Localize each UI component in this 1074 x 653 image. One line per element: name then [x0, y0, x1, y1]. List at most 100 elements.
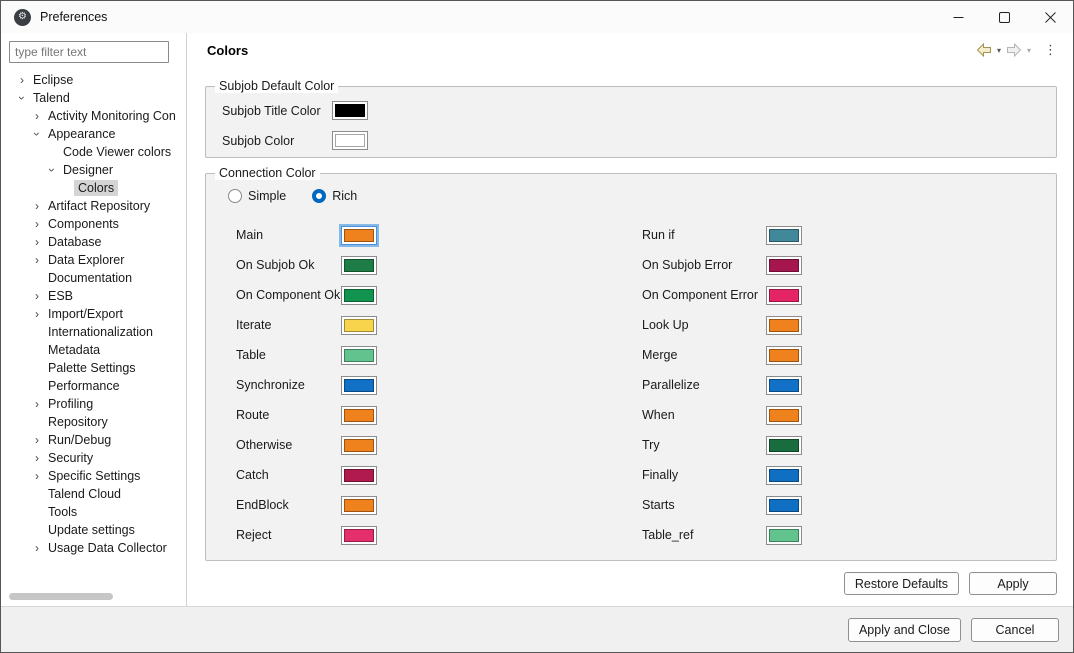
color-swatch-endblock[interactable] — [341, 495, 377, 515]
tree-item-talend-cloud[interactable]: Talend Cloud — [1, 485, 186, 503]
chevron-expanded-icon[interactable]: › — [15, 91, 29, 105]
chevron-collapsed-icon[interactable]: › — [30, 290, 44, 302]
color-swatch-on-subjob-error[interactable] — [766, 255, 802, 275]
back-arrow-icon — [976, 43, 991, 57]
color-swatch-look-up[interactable] — [766, 315, 802, 335]
color-swatch-try[interactable] — [766, 435, 802, 455]
chevron-collapsed-icon[interactable]: › — [30, 254, 44, 266]
tree-item-label: Performance — [48, 379, 120, 393]
apply-and-close-button[interactable]: Apply and Close — [847, 617, 961, 642]
tree-item-security[interactable]: › Security — [1, 449, 186, 467]
color-swatch-iterate[interactable] — [341, 315, 377, 335]
color-swatch-run-if[interactable] — [766, 225, 802, 245]
color-setting-label: Run if — [642, 228, 675, 242]
color-setting-label: On Subjob Error — [642, 258, 733, 272]
color-setting-row-endblock: EndBlock — [236, 490, 642, 520]
chevron-collapsed-icon[interactable]: › — [30, 398, 44, 410]
tree-item-label: Palette Settings — [48, 361, 136, 375]
chevron-collapsed-icon[interactable]: › — [30, 434, 44, 446]
tree-item-usage-data-collector[interactable]: › Usage Data Collector — [1, 539, 186, 557]
color-setting-label: Starts — [642, 498, 675, 512]
filter-input[interactable] — [9, 41, 169, 63]
tree-item-talend[interactable]: › Talend — [1, 89, 186, 107]
color-swatch-table[interactable] — [341, 345, 377, 365]
tree-item-appearance[interactable]: › Appearance — [1, 125, 186, 143]
tree-item-designer[interactable]: › Designer — [1, 161, 186, 179]
tree-item-activity-monitoring-con[interactable]: › Activity Monitoring Con — [1, 107, 186, 125]
chevron-collapsed-icon[interactable]: › — [30, 236, 44, 248]
tree-item-database[interactable]: › Database — [1, 233, 186, 251]
close-button[interactable] — [1027, 1, 1073, 33]
tree-item-data-explorer[interactable]: › Data Explorer — [1, 251, 186, 269]
chevron-collapsed-icon[interactable]: › — [30, 308, 44, 320]
apply-button[interactable]: Apply — [969, 572, 1057, 595]
tree-item-specific-settings[interactable]: › Specific Settings — [1, 467, 186, 485]
color-swatch-reject[interactable] — [341, 525, 377, 545]
tree-item-documentation[interactable]: Documentation — [1, 269, 186, 287]
cancel-button[interactable]: Cancel — [971, 617, 1059, 642]
minimize-button[interactable] — [935, 1, 981, 33]
subjob-default-color-group: Subjob Default Color Subjob Title Color S… — [205, 79, 1057, 158]
preferences-window: ⚙ Preferences › Eclipse › Talend › Activity M… — [0, 0, 1074, 653]
color-swatch-catch[interactable] — [341, 465, 377, 485]
maximize-button[interactable] — [981, 1, 1027, 33]
chevron-collapsed-icon[interactable]: › — [30, 470, 44, 482]
tree-item-import-export[interactable]: › Import/Export — [1, 305, 186, 323]
tree-item-tools[interactable]: Tools — [1, 503, 186, 521]
color-swatch-starts[interactable] — [766, 495, 802, 515]
color-swatch-merge[interactable] — [766, 345, 802, 365]
chevron-expanded-icon[interactable]: › — [45, 163, 59, 177]
color-swatch-on-component-ok[interactable] — [341, 285, 377, 305]
color-swatch-main[interactable] — [339, 223, 379, 247]
back-dropdown-icon[interactable]: ▾ — [994, 46, 1004, 55]
scrollbar-thumb[interactable] — [9, 593, 113, 600]
back-button[interactable] — [974, 39, 994, 61]
tree-item-profiling[interactable]: › Profiling — [1, 395, 186, 413]
tree-item-esb[interactable]: › ESB — [1, 287, 186, 305]
forward-button[interactable] — [1004, 39, 1024, 61]
color-swatch-when[interactable] — [766, 405, 802, 425]
titlebar[interactable]: ⚙ Preferences — [1, 1, 1073, 33]
view-menu-icon[interactable]: ⋮ — [1034, 42, 1063, 58]
tree-horizontal-scrollbar[interactable] — [9, 593, 177, 600]
color-swatch-table-ref[interactable] — [766, 525, 802, 545]
tree-item-components[interactable]: › Components — [1, 215, 186, 233]
color-swatch-on-subjob-ok[interactable] — [341, 255, 377, 275]
chevron-collapsed-icon[interactable]: › — [30, 200, 44, 212]
tree-item-label: Metadata — [48, 343, 101, 357]
color-swatch-route[interactable] — [341, 405, 377, 425]
tree-item-artifact-repository[interactable]: › Artifact Repository — [1, 197, 186, 215]
restore-defaults-button[interactable]: Restore Defaults — [843, 572, 959, 595]
color-chip — [769, 408, 799, 422]
radio-selected-icon — [312, 189, 327, 203]
radio-label: Rich — [332, 189, 358, 203]
color-swatch-finally[interactable] — [766, 465, 802, 485]
color-swatch-subjob-title-color[interactable] — [332, 101, 368, 120]
tree-item-repository[interactable]: Repository — [1, 413, 186, 431]
chevron-collapsed-icon[interactable]: › — [30, 542, 44, 554]
color-swatch-synchronize[interactable] — [341, 375, 377, 395]
tree-item-metadata[interactable]: Metadata — [1, 341, 186, 359]
tree-item-internationalization[interactable]: Internationalization — [1, 323, 186, 341]
radio-rich[interactable]: Rich — [312, 189, 357, 203]
tree-item-eclipse[interactable]: › Eclipse — [1, 71, 186, 89]
tree-item-colors[interactable]: Colors — [1, 179, 186, 197]
color-swatch-otherwise[interactable] — [341, 435, 377, 455]
chevron-collapsed-icon[interactable]: › — [30, 110, 44, 122]
color-swatch-on-component-error[interactable] — [766, 285, 802, 305]
color-chip — [335, 134, 365, 147]
tree-item-code-viewer-colors[interactable]: Code Viewer colors — [1, 143, 186, 161]
chevron-collapsed-icon[interactable]: › — [30, 452, 44, 464]
color-setting-row-starts: Starts — [642, 490, 1056, 520]
radio-simple[interactable]: Simple — [228, 189, 286, 203]
tree-item-performance[interactable]: Performance — [1, 377, 186, 395]
color-swatch-parallelize[interactable] — [766, 375, 802, 395]
color-swatch-subjob-color[interactable] — [332, 131, 368, 150]
chevron-collapsed-icon[interactable]: › — [30, 218, 44, 230]
chevron-collapsed-icon[interactable]: › — [15, 74, 29, 86]
chevron-expanded-icon[interactable]: › — [30, 127, 44, 141]
forward-dropdown-icon[interactable]: ▾ — [1024, 46, 1034, 55]
tree-item-update-settings[interactable]: Update settings — [1, 521, 186, 539]
tree-item-run-debug[interactable]: › Run/Debug — [1, 431, 186, 449]
tree-item-palette-settings[interactable]: Palette Settings — [1, 359, 186, 377]
